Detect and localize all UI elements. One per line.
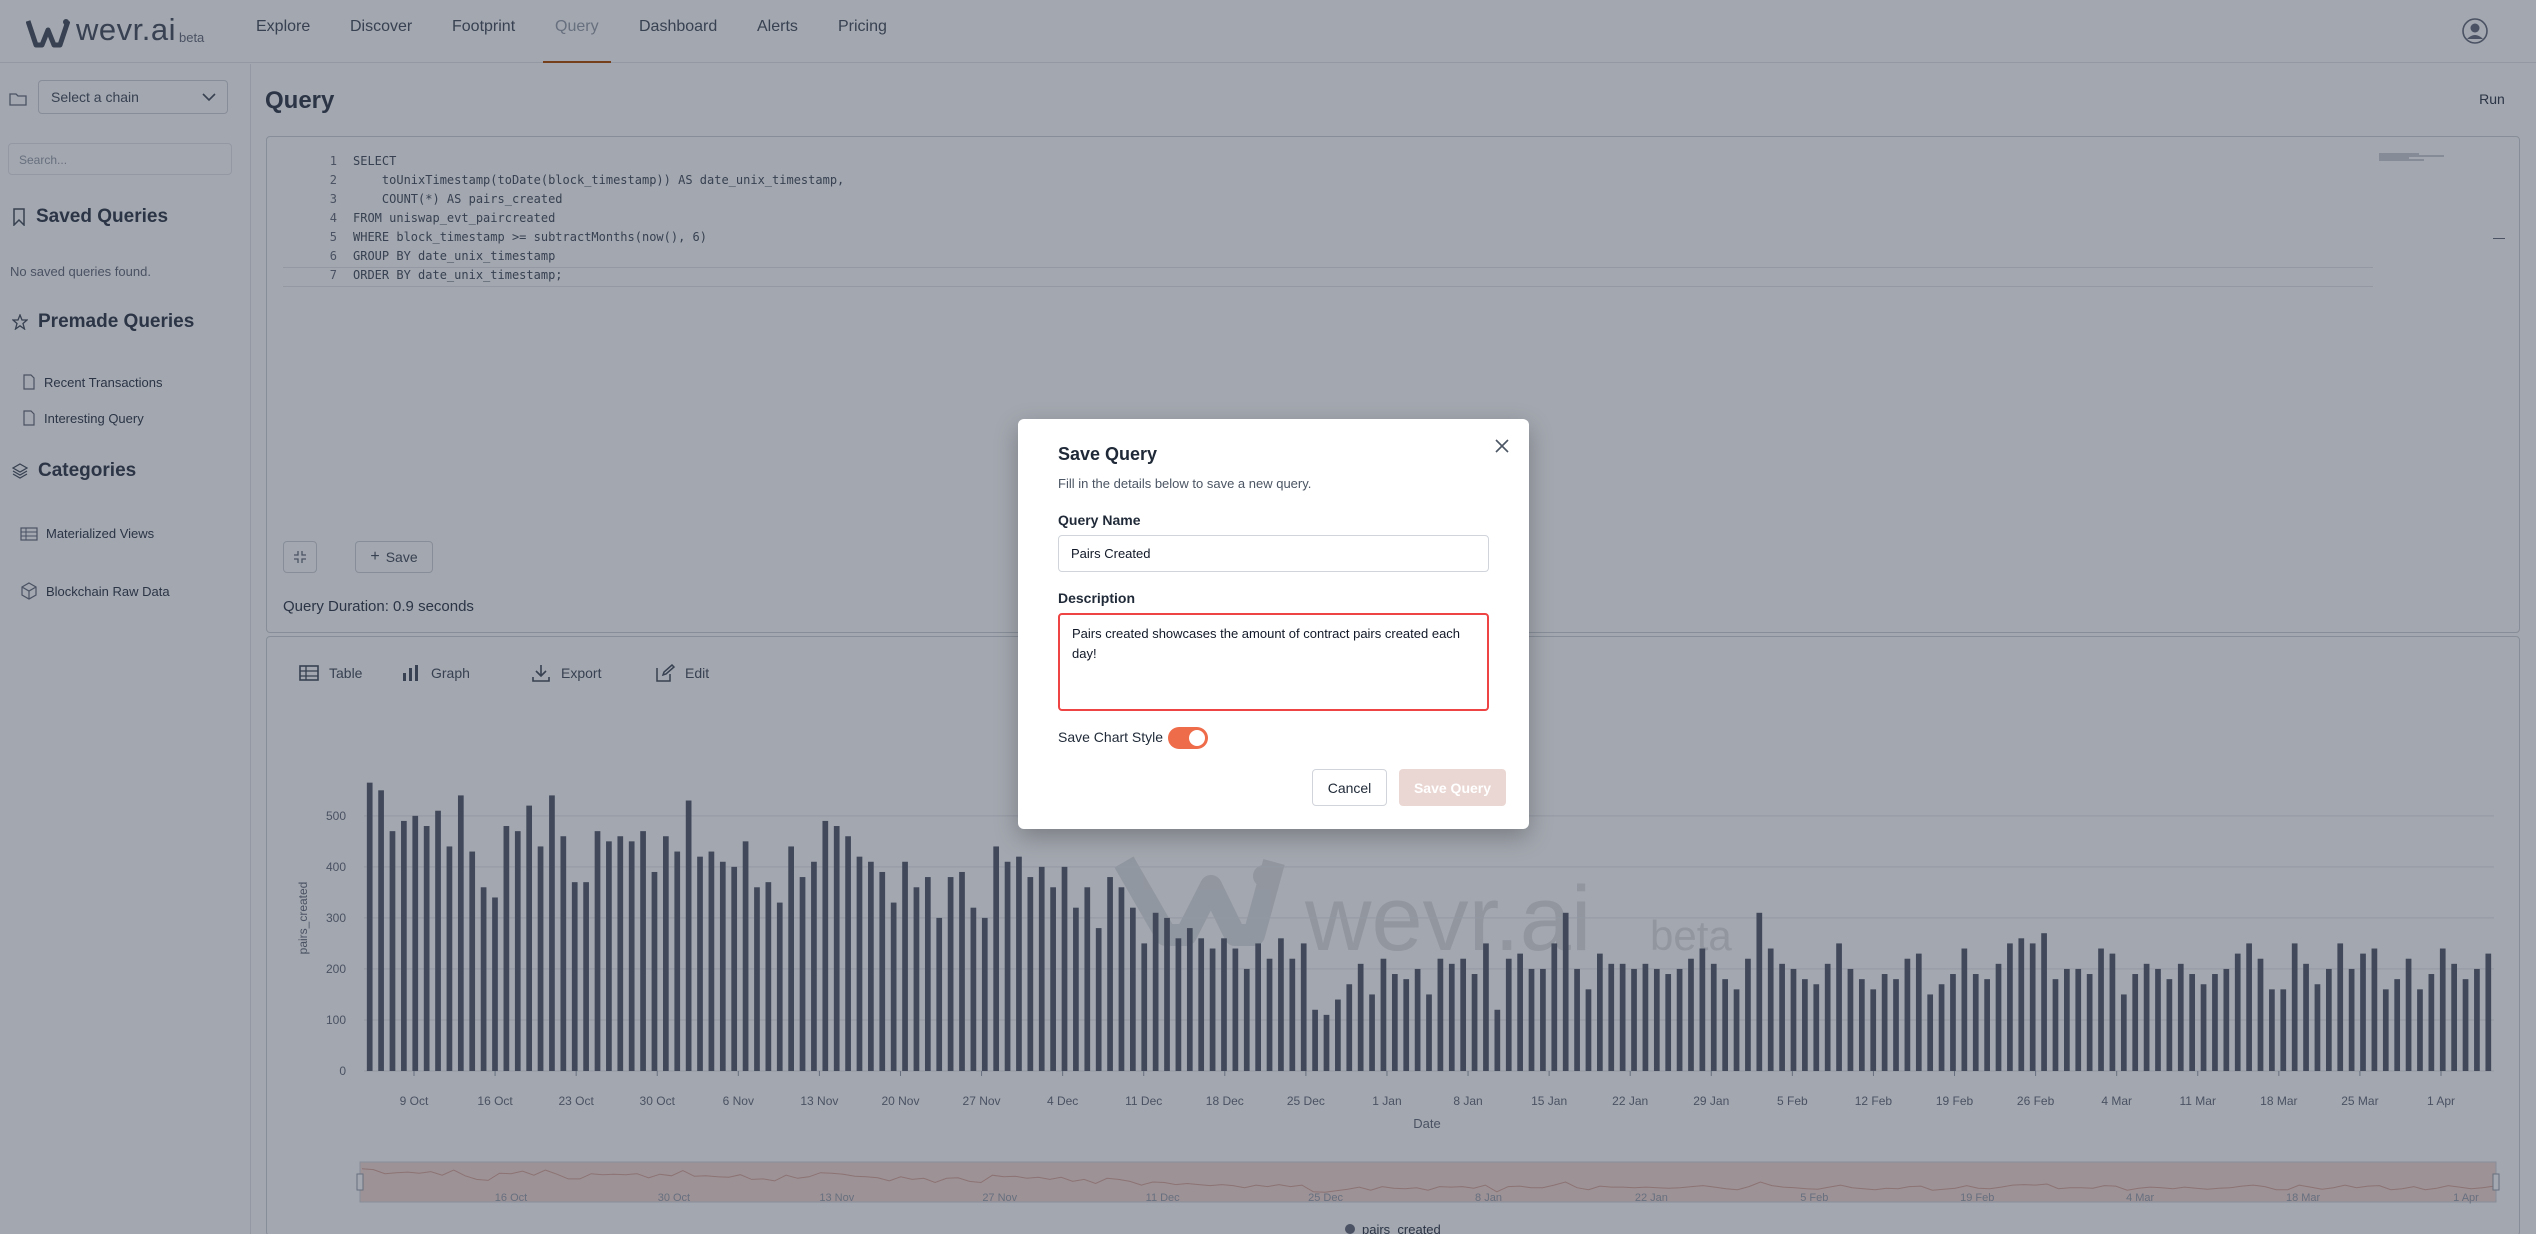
description-label: Description xyxy=(1058,590,1136,606)
close-icon[interactable] xyxy=(1492,436,1512,456)
modal-subtitle: Fill in the details below to save a new … xyxy=(1058,476,1312,491)
query-name-label: Query Name xyxy=(1058,512,1141,528)
save-chart-style-toggle[interactable] xyxy=(1168,727,1208,749)
save-query-modal: Save Query Fill in the details below to … xyxy=(1018,419,1529,829)
description-textarea[interactable]: Pairs created showcases the amount of co… xyxy=(1058,613,1489,711)
modal-title: Save Query xyxy=(1058,444,1158,464)
save-chart-style-label: Save Chart Style xyxy=(1058,729,1164,745)
save-query-submit-button[interactable]: Save Query xyxy=(1399,769,1506,806)
cancel-button[interactable]: Cancel xyxy=(1312,769,1387,806)
toggle-knob xyxy=(1189,730,1205,746)
query-name-input[interactable] xyxy=(1058,535,1489,572)
